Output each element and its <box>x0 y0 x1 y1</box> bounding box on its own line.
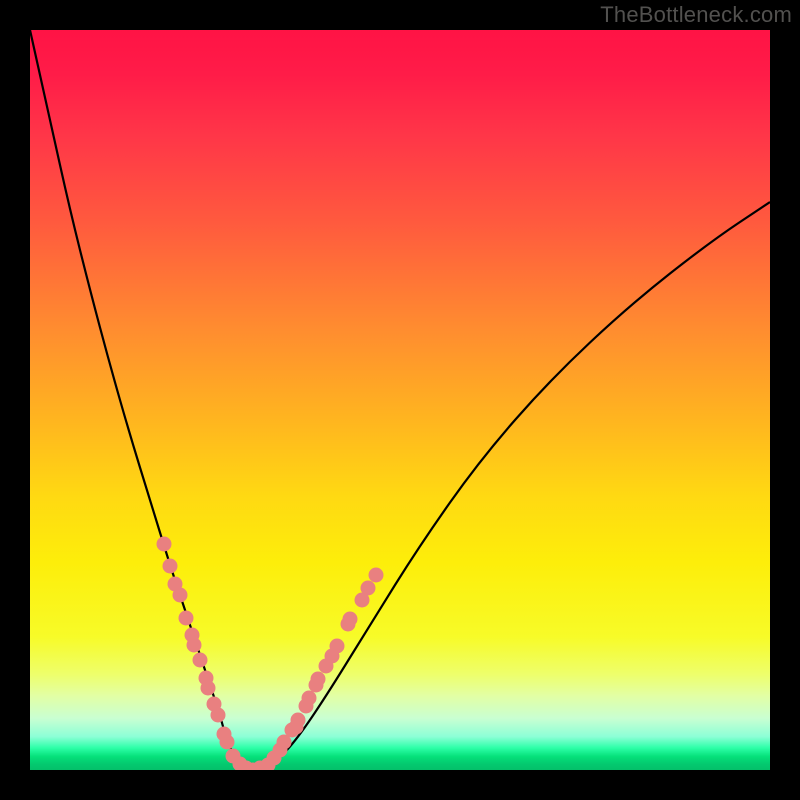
data-dots <box>157 537 384 771</box>
data-dot <box>220 735 235 750</box>
data-dot <box>179 611 194 626</box>
data-dot <box>289 720 304 735</box>
data-dot <box>361 581 376 596</box>
bottleneck-curve <box>30 30 770 770</box>
data-dot <box>211 708 226 723</box>
data-dot <box>187 638 202 653</box>
data-dot <box>201 681 216 696</box>
watermark-text: TheBottleneck.com <box>600 2 792 28</box>
data-dot <box>163 559 178 574</box>
data-dot <box>157 537 172 552</box>
data-dot <box>369 568 384 583</box>
curve-svg <box>30 30 770 770</box>
data-dot <box>311 672 326 687</box>
plot-area <box>30 30 770 770</box>
chart-frame: TheBottleneck.com <box>0 0 800 800</box>
data-dot <box>343 612 358 627</box>
data-dot <box>302 691 317 706</box>
data-dot <box>330 639 345 654</box>
data-dot <box>193 653 208 668</box>
data-dot <box>173 588 188 603</box>
